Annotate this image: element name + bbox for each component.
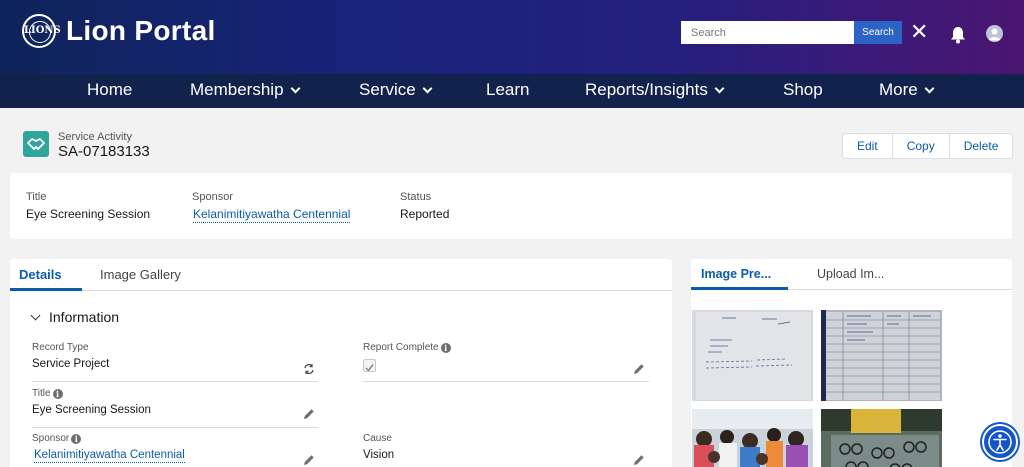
cause-field-label: Cause bbox=[363, 433, 392, 444]
nav-item-reports-insights[interactable]: Reports/Insights bbox=[585, 80, 725, 100]
image-tabs: Image Pre... Upload Im... bbox=[691, 259, 1012, 290]
nav-item-membership[interactable]: Membership bbox=[190, 80, 300, 100]
highlight-title-value: Eye Screening Session bbox=[26, 207, 151, 221]
search-input[interactable] bbox=[681, 21, 854, 44]
chevron-down-icon bbox=[714, 83, 725, 93]
nav-item-shop[interactable]: Shop bbox=[783, 80, 823, 100]
nav-item-more[interactable]: More bbox=[879, 80, 935, 100]
active-tab-indicator bbox=[10, 288, 82, 291]
image-thumbnail[interactable] bbox=[692, 310, 813, 401]
cause-field-value: Vision bbox=[363, 449, 395, 461]
bell-icon[interactable] bbox=[950, 26, 966, 44]
chevron-down-icon bbox=[422, 83, 433, 93]
copy-button[interactable]: Copy bbox=[892, 134, 950, 158]
field-divider bbox=[32, 427, 318, 428]
nav-item-service[interactable]: Service bbox=[359, 80, 433, 100]
image-thumbnail[interactable] bbox=[821, 310, 942, 401]
highlight-status-value: Reported bbox=[400, 207, 450, 221]
highlight-sponsor-label: Sponsor bbox=[192, 191, 233, 203]
main-nav: Home Membership Service Learn Reports/In… bbox=[0, 74, 1024, 108]
app-title: Lion Portal bbox=[66, 15, 216, 46]
chevron-down-icon bbox=[30, 310, 41, 320]
nav-item-learn[interactable]: Learn bbox=[486, 80, 529, 100]
top-header: LIONS Lion Portal Search ✕ bbox=[0, 0, 1024, 74]
logo[interactable]: LIONS Lion Portal bbox=[22, 14, 216, 48]
search-button[interactable]: Search bbox=[854, 21, 902, 44]
handshake-icon bbox=[23, 131, 49, 157]
highlight-status-label: Status bbox=[400, 191, 432, 203]
edit-pencil-icon[interactable] bbox=[633, 454, 645, 466]
title-field-label: Title i bbox=[32, 388, 63, 399]
close-icon[interactable]: ✕ bbox=[910, 21, 928, 43]
section-information-toggle[interactable]: Information bbox=[30, 309, 119, 325]
edit-pencil-icon[interactable] bbox=[633, 363, 645, 375]
edit-pencil-icon[interactable] bbox=[303, 454, 315, 466]
tab-image-preview[interactable]: Image Pre... bbox=[701, 267, 771, 281]
details-card: Details Image Gallery Information Record… bbox=[10, 259, 672, 467]
record-name: SA-07183133 bbox=[58, 143, 150, 160]
highlight-title-label: Title bbox=[26, 191, 47, 203]
image-panel: Image Pre... Upload Im... bbox=[691, 259, 1012, 467]
highlight-sponsor-link[interactable]: Kelanimitiyawatha Centennial bbox=[193, 207, 351, 223]
nav-item-home[interactable]: Home bbox=[87, 80, 132, 100]
title-field-value: Eye Screening Session bbox=[32, 404, 151, 416]
tab-upload-image[interactable]: Upload Im... bbox=[817, 267, 884, 281]
record-object-label: Service Activity bbox=[58, 131, 132, 143]
change-record-type-icon[interactable] bbox=[303, 363, 315, 375]
user-avatar-icon[interactable] bbox=[986, 25, 1003, 42]
info-icon: i bbox=[52, 388, 63, 399]
tab-details[interactable]: Details bbox=[19, 267, 62, 282]
tab-image-gallery[interactable]: Image Gallery bbox=[100, 267, 181, 282]
sponsor-field-label: Sponsor i bbox=[32, 433, 82, 444]
record-actions: Edit Copy Delete bbox=[842, 133, 1014, 159]
image-thumbnail[interactable] bbox=[821, 409, 942, 467]
info-icon: i bbox=[440, 342, 451, 353]
record-type-label: Record Type bbox=[32, 342, 89, 353]
delete-button[interactable]: Delete bbox=[949, 134, 1013, 158]
chevron-down-icon bbox=[924, 83, 935, 93]
sponsor-field-link[interactable]: Kelanimitiyawatha Centennial bbox=[34, 449, 185, 463]
record-type-value: Service Project bbox=[32, 358, 110, 370]
lions-seal-icon: LIONS bbox=[22, 14, 61, 48]
edit-button[interactable]: Edit bbox=[843, 134, 893, 158]
edit-pencil-icon[interactable] bbox=[303, 408, 315, 420]
details-tabs: Details Image Gallery bbox=[10, 259, 672, 291]
field-divider bbox=[363, 381, 649, 382]
accessibility-icon[interactable] bbox=[982, 424, 1018, 460]
info-icon: i bbox=[71, 433, 82, 444]
field-divider bbox=[32, 381, 318, 382]
highlights-panel: Title Eye Screening Session Sponsor Kela… bbox=[10, 173, 1012, 239]
chevron-down-icon bbox=[290, 83, 300, 93]
report-complete-label: Report Complete i bbox=[363, 342, 451, 353]
active-tab-indicator bbox=[691, 287, 788, 290]
image-thumbnail[interactable] bbox=[692, 409, 813, 467]
report-complete-checkbox bbox=[363, 359, 376, 372]
